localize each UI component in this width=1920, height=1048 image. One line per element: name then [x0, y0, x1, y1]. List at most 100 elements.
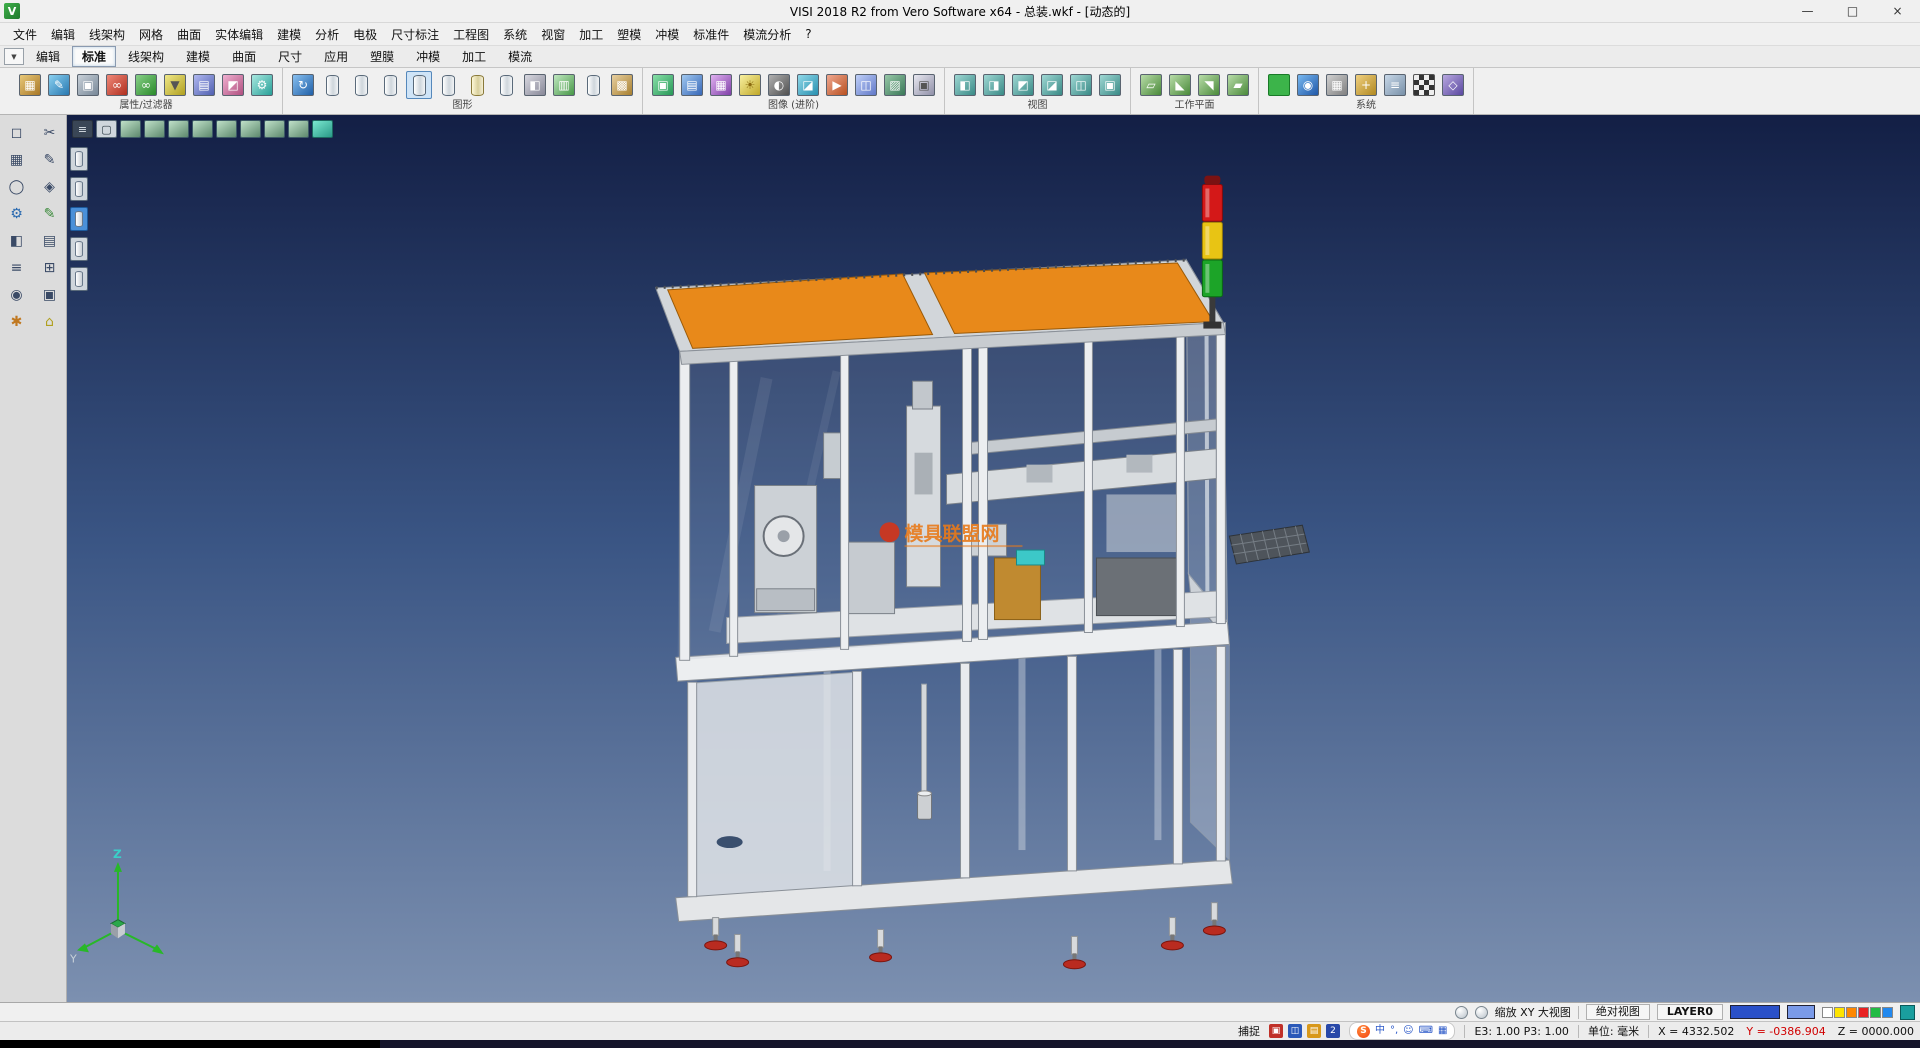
- toolbar-button[interactable]: ▤: [679, 71, 705, 99]
- menu-modeling[interactable]: 建模: [270, 24, 308, 45]
- point-icon[interactable]: ◉: [5, 283, 29, 307]
- transform-icon[interactable]: ⚙: [5, 202, 29, 226]
- menu-edit[interactable]: 编辑: [44, 24, 82, 45]
- toolbar-button[interactable]: ≡: [1382, 71, 1408, 99]
- right-view-icon[interactable]: [216, 120, 237, 138]
- menu-stamping-die[interactable]: 冲模: [648, 24, 686, 45]
- toolbar-button[interactable]: [435, 71, 461, 99]
- toolbar-button[interactable]: [406, 71, 432, 99]
- left-view-icon[interactable]: [192, 120, 213, 138]
- view-lamp-icon-1[interactable]: [1455, 1006, 1468, 1019]
- menu-surface[interactable]: 曲面: [170, 24, 208, 45]
- home-icon[interactable]: ⌂: [38, 310, 62, 334]
- ime-lang-label[interactable]: 中: [1375, 1026, 1385, 1036]
- toolbar-button[interactable]: ◧: [952, 71, 978, 99]
- menu-drawing[interactable]: 工程图: [446, 24, 496, 45]
- toolbar-dropdown-icon[interactable]: ▼: [4, 48, 24, 65]
- sheet-icon[interactable]: ▤: [38, 229, 62, 253]
- render-icon[interactable]: ✱: [5, 310, 29, 334]
- tab-standard[interactable]: 标准: [72, 46, 116, 67]
- solids-icon[interactable]: ◧: [5, 229, 29, 253]
- tab-wireframe[interactable]: 线架构: [118, 46, 174, 67]
- display-icon[interactable]: ◫: [1288, 1024, 1302, 1038]
- toolbar-button[interactable]: ▣: [1097, 71, 1123, 99]
- toolbar-button[interactable]: ◨: [981, 71, 1007, 99]
- palette-red[interactable]: [1858, 1007, 1869, 1018]
- toolbar-button[interactable]: ▨: [882, 71, 908, 99]
- front-view-icon[interactable]: [144, 120, 165, 138]
- ime-punct-icon[interactable]: °,: [1390, 1026, 1398, 1036]
- trim-icon[interactable]: ✂: [38, 121, 62, 145]
- close-button[interactable]: ×: [1875, 0, 1920, 22]
- color-bar-blue[interactable]: [1730, 1005, 1780, 1019]
- grid-icon[interactable]: ▦: [5, 148, 29, 172]
- tab-surface[interactable]: 曲面: [222, 46, 266, 67]
- toolbar-button[interactable]: ▶: [824, 71, 850, 99]
- palette-yellow[interactable]: [1834, 1007, 1845, 1018]
- toolbar-button[interactable]: [493, 71, 519, 99]
- menu-moldflow[interactable]: 模流分析: [736, 24, 798, 45]
- maximize-button[interactable]: □: [1830, 0, 1875, 22]
- toolbar-button[interactable]: ◐: [766, 71, 792, 99]
- toolbar-button[interactable]: ▦: [17, 71, 43, 99]
- ime-emoji-icon[interactable]: ☺: [1403, 1026, 1413, 1036]
- menu-wireframe[interactable]: 线架构: [82, 24, 132, 45]
- toolbar-button[interactable]: ▣: [650, 71, 676, 99]
- toolbar-button[interactable]: ▱: [1138, 71, 1164, 99]
- toolbar-button[interactable]: [1266, 71, 1292, 99]
- color-bar-light[interactable]: [1787, 1005, 1815, 1019]
- insert-icon[interactable]: ⊞: [38, 256, 62, 280]
- toolbar-button[interactable]: ◪: [1039, 71, 1065, 99]
- annotate-icon[interactable]: ✎: [38, 202, 62, 226]
- view-mode-button[interactable]: 绝对视图: [1586, 1004, 1650, 1020]
- menu-plastic-mold[interactable]: 塑模: [610, 24, 648, 45]
- menu-window[interactable]: 视窗: [534, 24, 572, 45]
- toolbar-button[interactable]: ▥: [551, 71, 577, 99]
- axonometric-view-icon[interactable]: [288, 120, 309, 138]
- menu-machining[interactable]: 加工: [572, 24, 610, 45]
- tab-dimension[interactable]: 尺寸: [268, 46, 312, 67]
- viewport-3d[interactable]: ≡ ▢: [67, 115, 1920, 1002]
- palette-orange[interactable]: [1846, 1007, 1857, 1018]
- toolbar-button[interactable]: ∞: [133, 71, 159, 99]
- tab-moldflow[interactable]: 模流: [498, 46, 542, 67]
- toolbar-button[interactable]: ▼: [162, 71, 188, 99]
- list-icon[interactable]: ≡: [5, 256, 29, 280]
- bottom-view-icon[interactable]: [264, 120, 285, 138]
- tab-modeling[interactable]: 建模: [176, 46, 220, 67]
- toolbar-button[interactable]: ▩: [609, 71, 635, 99]
- palette-blue[interactable]: [1882, 1007, 1893, 1018]
- toolbar-button[interactable]: ◫: [853, 71, 879, 99]
- minimize-button[interactable]: —: [1785, 0, 1830, 22]
- toolbar-button[interactable]: ▣: [75, 71, 101, 99]
- toolbar-button[interactable]: ◇: [1440, 71, 1466, 99]
- menu-standard-parts[interactable]: 标准件: [686, 24, 736, 45]
- toolbar-button[interactable]: ◉: [1295, 71, 1321, 99]
- toolbar-button[interactable]: ▦: [1324, 71, 1350, 99]
- toolbar-button[interactable]: ◩: [220, 71, 246, 99]
- modify-icon[interactable]: ◈: [38, 175, 62, 199]
- toolbar-button[interactable]: ◩: [1010, 71, 1036, 99]
- iso-view-icon[interactable]: [120, 120, 141, 138]
- menu-help[interactable]: ?: [798, 25, 818, 43]
- tab-application[interactable]: 应用: [314, 46, 358, 67]
- taskbar-strip[interactable]: [0, 1040, 1920, 1048]
- menu-analysis[interactable]: 分析: [308, 24, 346, 45]
- tab-machining[interactable]: 加工: [452, 46, 496, 67]
- toolbar-button[interactable]: ◣: [1167, 71, 1193, 99]
- tab-edit[interactable]: 编辑: [26, 46, 70, 67]
- toolbar-button[interactable]: +: [1353, 71, 1379, 99]
- active-color-swatch[interactable]: [1900, 1005, 1915, 1020]
- tab-plastic[interactable]: 塑膜: [360, 46, 404, 67]
- plane-icon[interactable]: ▣: [38, 283, 62, 307]
- menu-electrode[interactable]: 电极: [346, 24, 384, 45]
- ime-keyboard-icon[interactable]: ⌨: [1419, 1026, 1433, 1036]
- toolbar-button[interactable]: ↻: [290, 71, 316, 99]
- toolbar-button[interactable]: ▦: [708, 71, 734, 99]
- top-view-icon[interactable]: [240, 120, 261, 138]
- zoom-window-icon[interactable]: ◻: [5, 121, 29, 145]
- layer-selector[interactable]: LAYER0: [1657, 1004, 1723, 1020]
- toolbar-button[interactable]: ☀: [737, 71, 763, 99]
- view-lamp-icon-2[interactable]: [1475, 1006, 1488, 1019]
- toolbar-button[interactable]: ◪: [795, 71, 821, 99]
